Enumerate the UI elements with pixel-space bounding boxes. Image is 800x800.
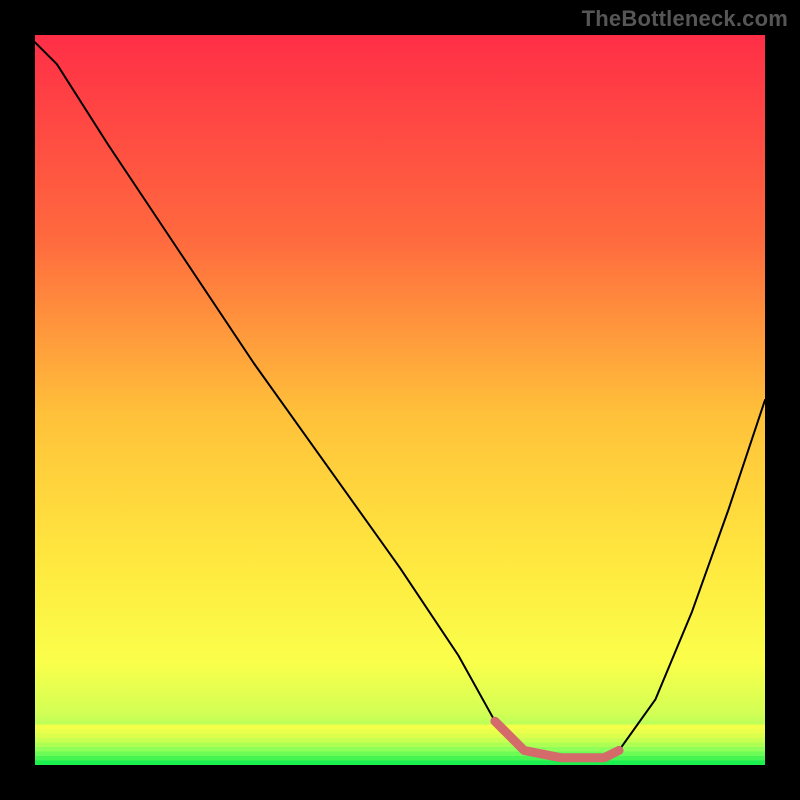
plot-area: [35, 35, 765, 765]
chart-container: TheBottleneck.com: [0, 0, 800, 800]
gradient-background: [35, 35, 765, 765]
bottom-stripe-group: [35, 725, 765, 766]
bottleneck-chart: [35, 35, 765, 765]
watermark-label: TheBottleneck.com: [582, 6, 788, 32]
